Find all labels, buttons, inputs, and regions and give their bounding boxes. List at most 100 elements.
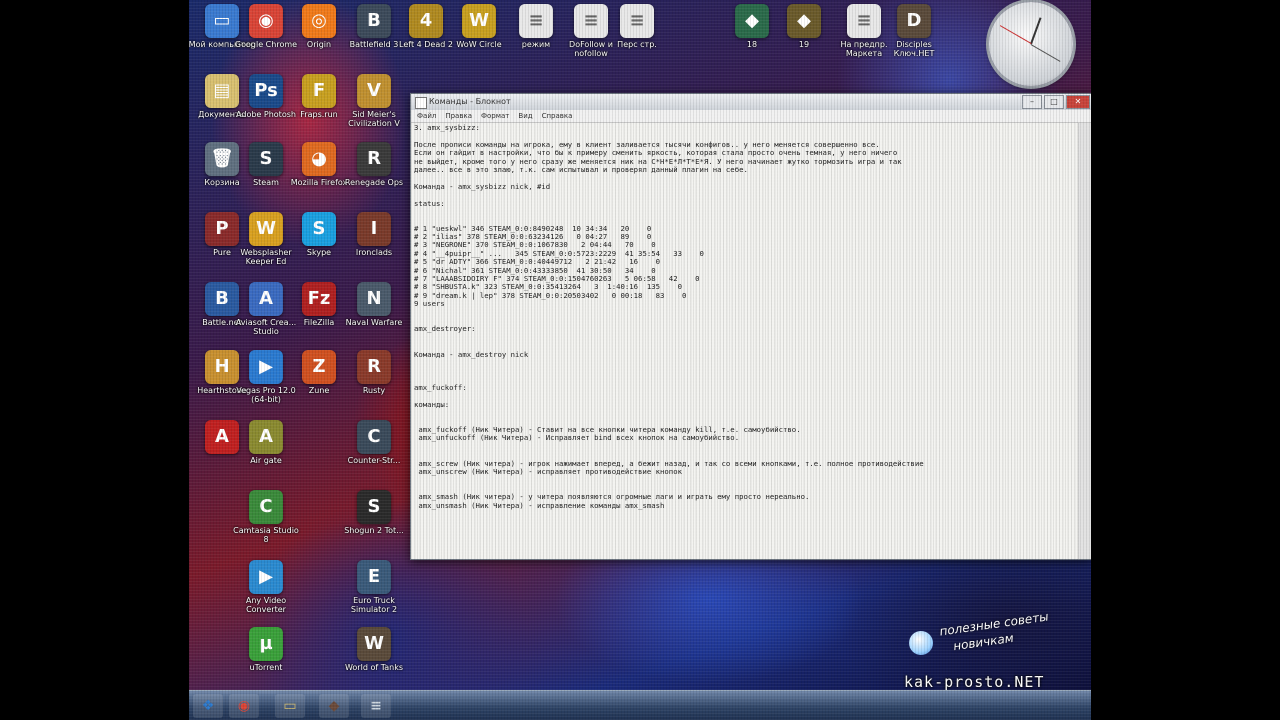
menu-view[interactable]: Вид — [518, 110, 532, 122]
app-icon: W — [249, 212, 283, 246]
text-line: далее.. все в это злаю, т.к. сам испытыв… — [414, 164, 748, 174]
text-line — [414, 359, 1079, 367]
app-icon: W — [357, 627, 391, 661]
app-icon: ◉ — [249, 4, 283, 38]
desktop-icon[interactable]: A Air gate — [231, 418, 301, 484]
desktop-icon[interactable]: W World of Tanks — [339, 625, 409, 691]
maximize-button[interactable]: □ — [1044, 95, 1064, 109]
clock-hour-hand — [1030, 17, 1042, 45]
desktop-icon[interactable]: R Renegade Ops — [339, 140, 409, 206]
text-line: # 9 "dream.k | lep" 378 STEAM_0:0:205034… — [414, 290, 687, 300]
desktop-icon[interactable]: D Disciples Ключ.НЕТ — [879, 2, 949, 68]
text-line: # 6 "Nichal" 361 STEAM_0:0:43333850 41 3… — [414, 265, 656, 275]
minimize-button[interactable]: – — [1022, 95, 1042, 109]
desktop-icon-label: Rusty — [362, 386, 386, 395]
app-icon: A — [249, 282, 283, 316]
close-button[interactable]: ✕ — [1066, 95, 1090, 109]
text-line: amx_fuckoff: — [414, 383, 467, 393]
text-line — [414, 174, 1079, 182]
tips-badge: полезные советы новичкам — [909, 609, 1079, 665]
desktop-icon-label: Disciples Ключ.НЕТ — [893, 40, 935, 58]
lightbulb-icon — [909, 631, 933, 655]
text-line — [414, 132, 1079, 140]
notepad-icon[interactable]: ≡ — [361, 694, 391, 718]
desktop-icon[interactable]: ▶ Any Video Converter — [231, 558, 301, 624]
text-line: 3. amx_sysbizz: — [414, 123, 480, 132]
text-line: # 1 "ueskwl" 346 STEAM_0:0:8490248 10 34… — [414, 223, 652, 233]
desktop-icon-label: Ironclads — [355, 248, 393, 257]
app-icon: S — [249, 142, 283, 176]
app-icon: F — [302, 74, 336, 108]
text-line: amx_unsmash (Ник Читера) - исправление к… — [414, 500, 665, 510]
app-icon: ≡ — [847, 4, 881, 38]
text-line — [414, 208, 1079, 216]
text-line — [414, 334, 1079, 342]
menu-help[interactable]: Справка — [542, 110, 573, 122]
title-bar[interactable]: Команды - Блокнот – □ ✕ — [411, 94, 1091, 110]
text-line: # 3 "NEGRONE" 370 STEAM_0:0:1067830 2 04… — [414, 240, 656, 250]
text-line: amx_screw (Ник читера) - игрок нажимает … — [414, 458, 924, 468]
desktop-icon[interactable]: E Euro Truck Simulator 2 — [339, 558, 409, 624]
text-line: команды: — [414, 399, 450, 409]
desktop-icon[interactable]: S Shogun 2 Tot... — [339, 488, 409, 554]
app-icon: V — [357, 74, 391, 108]
text-line — [414, 485, 1079, 493]
folder-icon[interactable]: ▭ — [275, 694, 305, 718]
app-icon: S — [357, 490, 391, 524]
desktop-icon[interactable]: I Ironclads — [339, 210, 409, 276]
clock-second-hand — [999, 25, 1032, 44]
text-line — [414, 342, 1079, 350]
desktop-icon-label: Shogun 2 Tot... — [344, 526, 404, 535]
text-line — [414, 191, 1079, 199]
text-line: Команда - amx_sysbizz nick, #id — [414, 181, 551, 191]
app-icon: ◕ — [302, 142, 336, 176]
clock-gadget[interactable] — [989, 2, 1073, 86]
desktop-icon[interactable]: µ uTorrent — [231, 625, 301, 691]
chrome-icon[interactable]: ◉ — [229, 694, 259, 718]
desktop-icon[interactable]: C Camtasia Studio 8 — [231, 488, 301, 554]
text-line — [414, 376, 1079, 384]
text-line: не выйдет, кроме того у него сразу же ме… — [414, 156, 902, 166]
video-frame: ▭ Мой компьютер ▤ Документы 🗑 Корзина P Pure B Ba… — [0, 0, 1280, 720]
start-orb-icon[interactable]: ❖ — [193, 694, 223, 718]
desktop-icon-label: Перс стр. — [617, 40, 657, 49]
notepad-window[interactable]: Команды - Блокнот – □ ✕ Файл Правка Форм… — [410, 93, 1091, 560]
menu-edit[interactable]: Правка — [445, 110, 472, 122]
text-line: Если он гайдит в настройки, что бы к при… — [414, 148, 898, 158]
text-line: amx_unfuckoff (Ник Читера) - Исправляет … — [414, 433, 740, 443]
app-icon: C — [249, 490, 283, 524]
app-icon: R — [357, 142, 391, 176]
desktop-icon-label: World of Tanks — [344, 663, 404, 672]
text-line: status: — [414, 198, 445, 208]
game-icon[interactable]: ◆ — [319, 694, 349, 718]
menu-file[interactable]: Файл — [417, 110, 436, 122]
desktop-icon[interactable]: ≡ Перс стр. — [602, 2, 672, 68]
text-line — [414, 418, 1079, 426]
text-line — [414, 309, 1079, 317]
app-icon: D — [897, 4, 931, 38]
text-line: amx_unscrew (Ник Читера) - исправляет пр… — [414, 467, 682, 477]
menu-format[interactable]: Формат — [481, 110, 509, 122]
desktop-icon-label: Counter-Str... — [347, 456, 401, 465]
taskbar: ❖ ◉ ▭ ◆ ≡ — [189, 690, 1091, 720]
text-line: 9 users — [414, 299, 445, 309]
vertical-scrollbar[interactable] — [1078, 123, 1091, 559]
app-icon: E — [357, 560, 391, 594]
app-icon: ◆ — [735, 4, 769, 38]
text-line — [414, 409, 1079, 417]
app-icon: S — [302, 212, 336, 246]
desktop: ▭ Мой компьютер ▤ Документы 🗑 Корзина P Pure B Ba… — [189, 0, 1091, 720]
app-icon: ≡ — [620, 4, 654, 38]
text-line: # 2 "ilias" 378 STEAM_0:0:63234126 0 04:… — [414, 232, 652, 242]
desktop-icon[interactable]: R Rusty — [339, 348, 409, 414]
desktop-icon-label: Any Video Converter — [245, 596, 287, 614]
desktop-icon[interactable]: V Sid Meier's Civilization V — [339, 72, 409, 138]
app-icon: ▶ — [249, 350, 283, 384]
desktop-icon[interactable]: C Counter-Str... — [339, 418, 409, 484]
desktop-icon-label: Naval Warfare — [345, 318, 403, 327]
app-icon: ◎ — [302, 4, 336, 38]
app-icon: ◆ — [787, 4, 821, 38]
app-icon: C — [357, 420, 391, 454]
desktop-icon[interactable]: N Naval Warfare — [339, 280, 409, 346]
text-editor[interactable]: 3. amx_sysbizz: После прописи команды на … — [411, 123, 1079, 559]
